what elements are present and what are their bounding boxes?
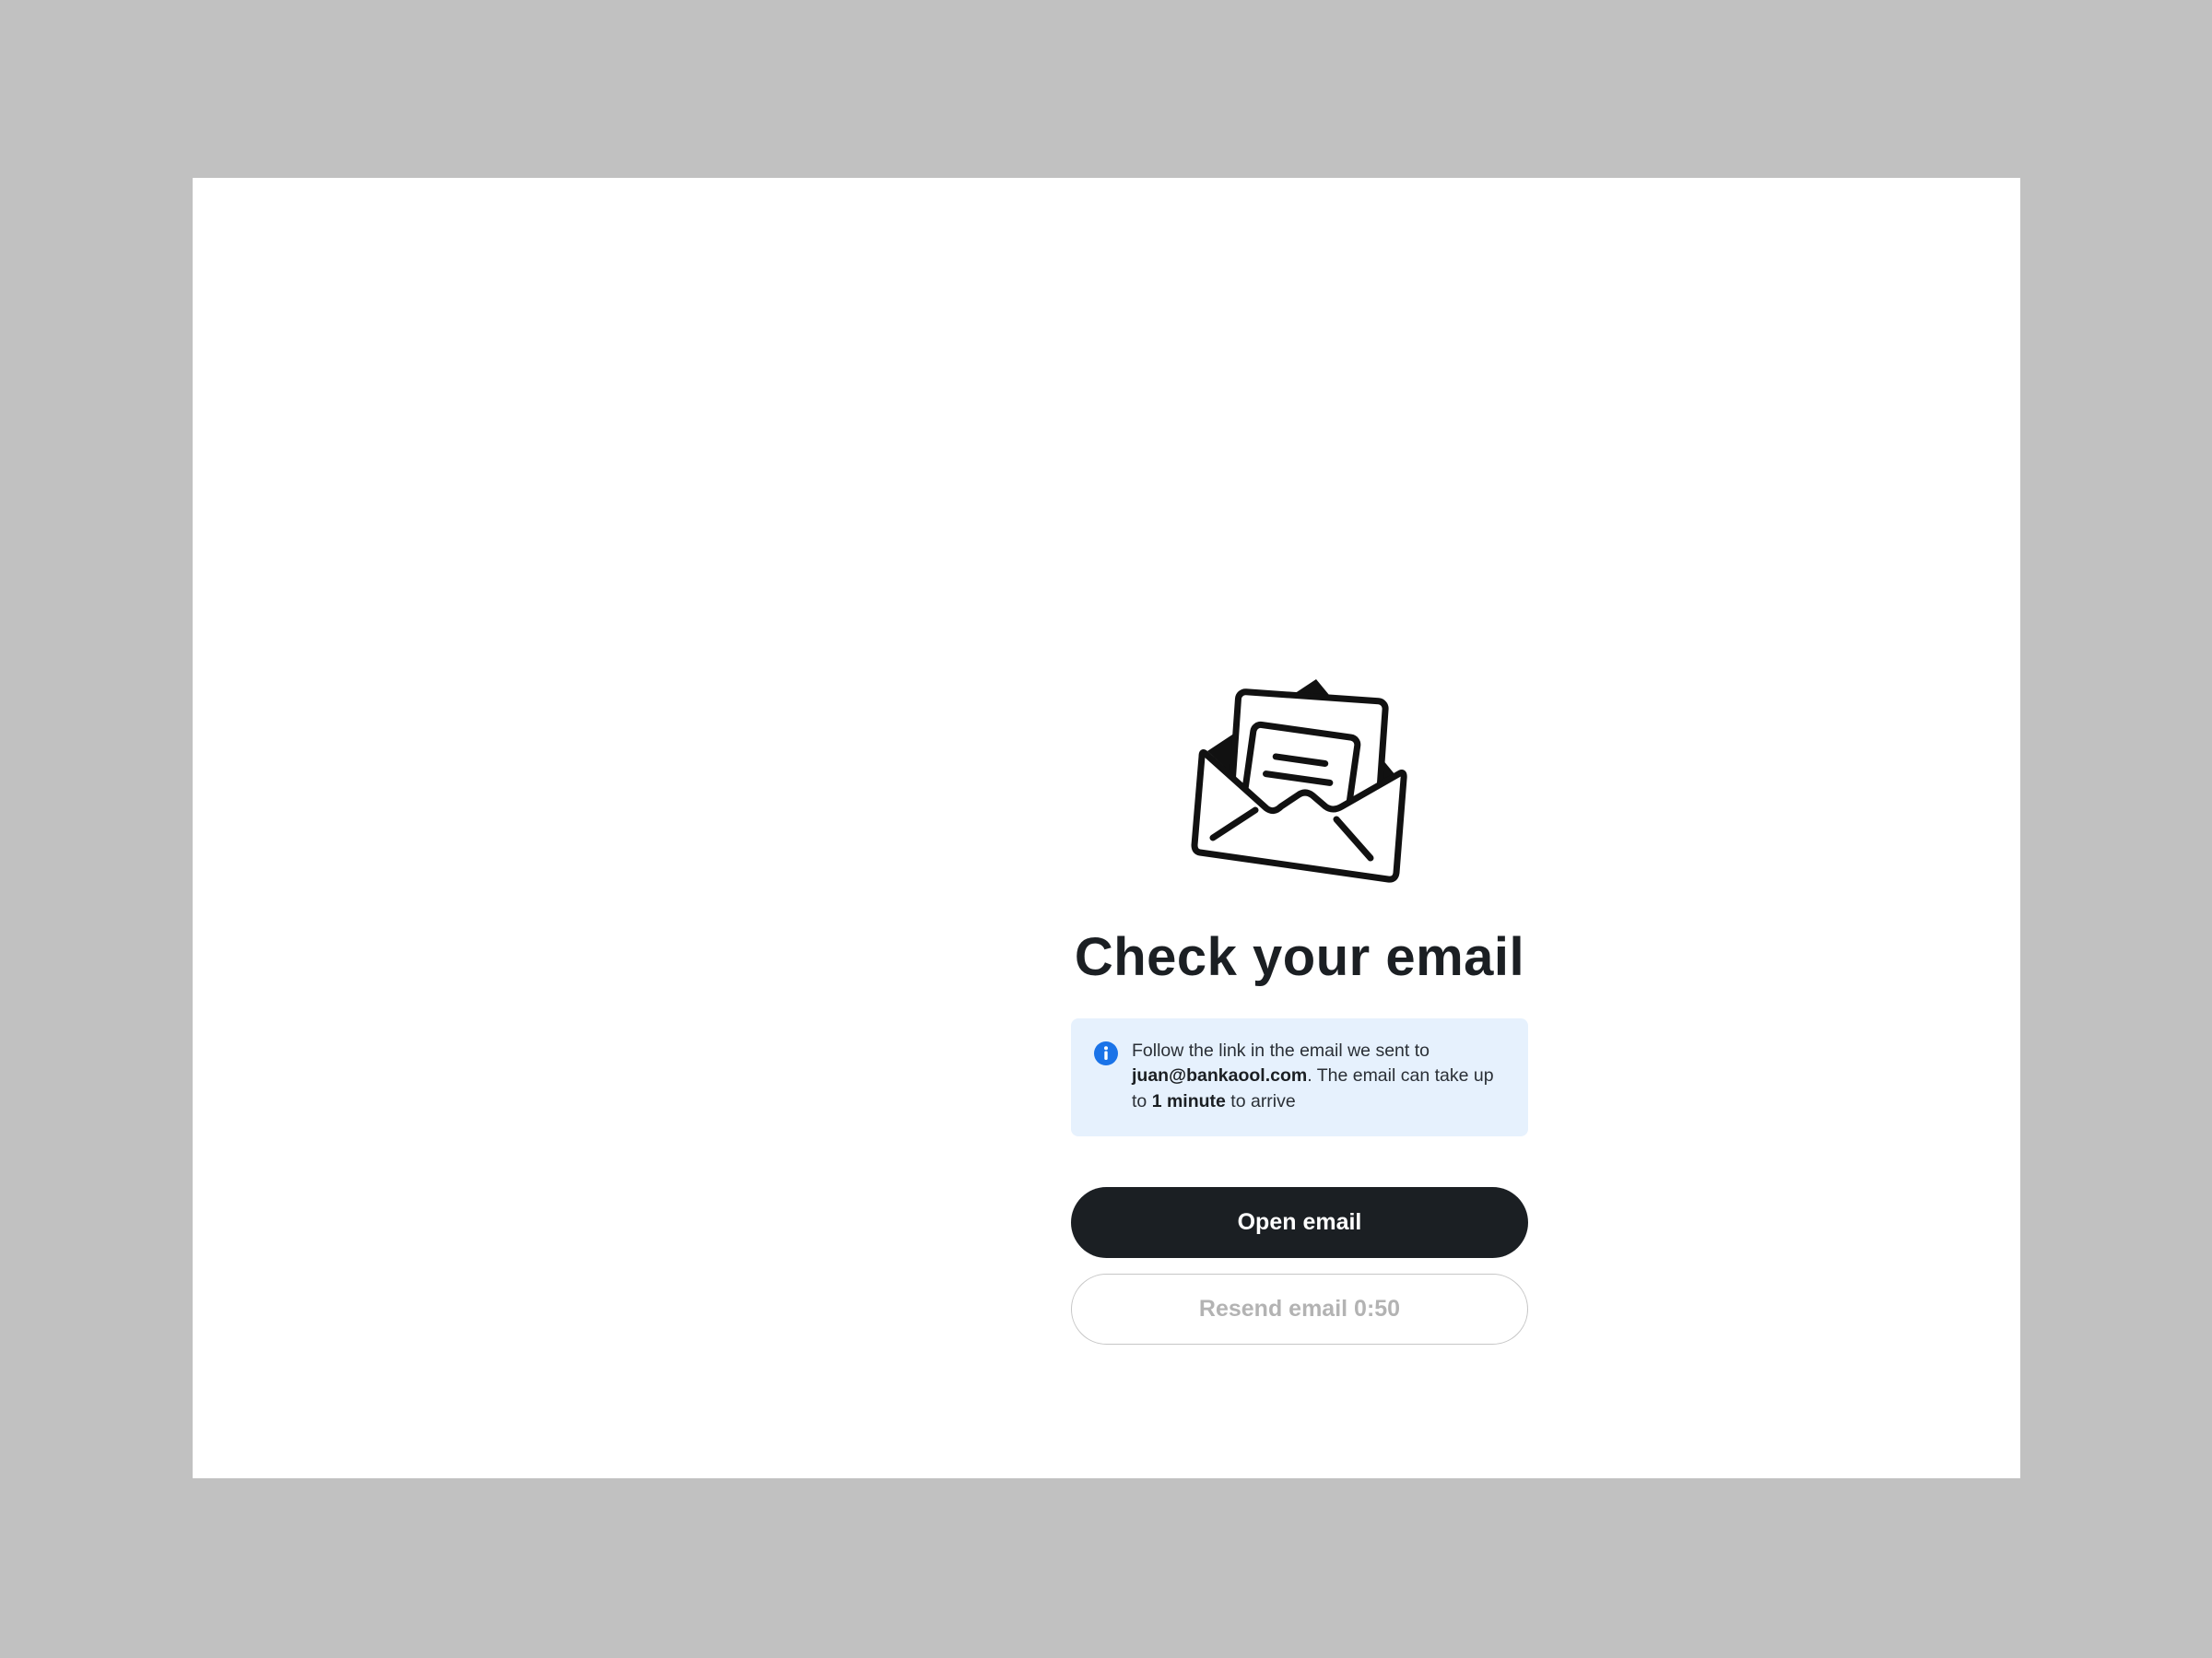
check-email-panel: Check your email Follow the link in the … — [1071, 672, 1528, 1346]
arrival-duration: 1 minute — [1151, 1090, 1226, 1111]
recipient-email: juan@bankaool.com — [1132, 1065, 1308, 1087]
resend-email-button[interactable]: Resend email 0:50 — [1071, 1274, 1528, 1346]
info-message: Follow the link in the email we sent to … — [1132, 1039, 1506, 1115]
open-envelope-icon — [1191, 679, 1407, 883]
page-title: Check your email — [1074, 927, 1525, 987]
info-banner: Follow the link in the email we sent to … — [1071, 1017, 1528, 1137]
info-text-end: to arrive — [1225, 1090, 1296, 1111]
info-icon — [1094, 1041, 1118, 1065]
info-text-start: Follow the link in the email we sent to — [1132, 1040, 1430, 1061]
screen: Check your email Follow the link in the … — [193, 178, 2020, 1478]
open-email-button[interactable]: Open email — [1071, 1187, 1528, 1259]
